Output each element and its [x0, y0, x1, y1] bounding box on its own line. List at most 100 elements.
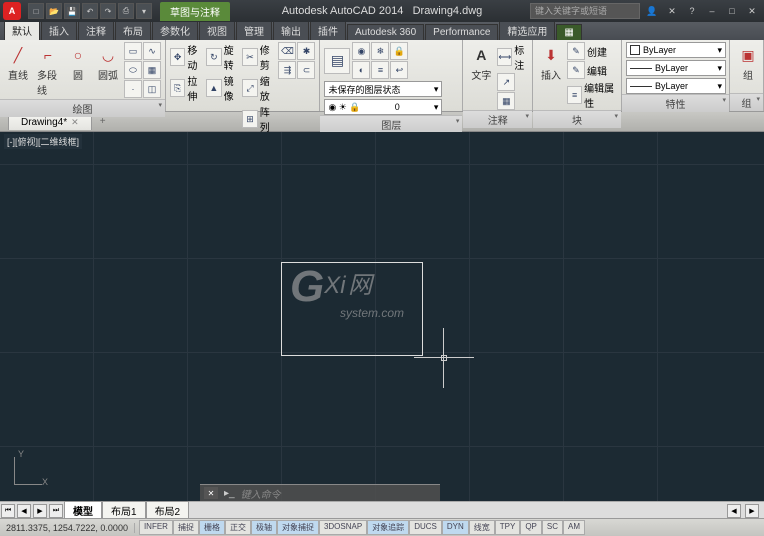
workspace-tab[interactable]: 草图与注释 [160, 2, 230, 21]
tab-default[interactable]: 默认 [4, 20, 40, 40]
rotate-icon[interactable]: ↻ [206, 48, 221, 66]
status-otrack[interactable]: 对象追踪 [367, 520, 409, 535]
layout-nav-next-icon[interactable]: ▶ [33, 504, 47, 518]
viewport-label[interactable]: [-][俯视][二维线框] [4, 134, 82, 149]
join-icon[interactable]: ⊂ [297, 61, 315, 79]
status-infer[interactable]: INFER [139, 520, 173, 535]
qat-open-icon[interactable]: 📂 [46, 3, 62, 19]
layer-lock-icon[interactable]: 🔒 [390, 42, 408, 60]
drawn-rectangle[interactable] [281, 262, 423, 356]
circle-button[interactable]: ○圆 [64, 42, 92, 84]
tab-performance[interactable]: Performance [425, 24, 498, 40]
tab-apps-icon[interactable]: ▦ [556, 24, 581, 40]
panel-block-title[interactable]: 块 [533, 110, 621, 128]
status-am[interactable]: AM [563, 520, 585, 535]
status-sc[interactable]: SC [542, 520, 563, 535]
qat-dropdown-icon[interactable]: ▾ [136, 3, 152, 19]
block-attr-icon[interactable]: ≡ [567, 86, 582, 104]
region-icon[interactable]: ◫ [143, 80, 161, 98]
copy-icon[interactable]: ⎘ [170, 79, 185, 97]
panel-group-title[interactable]: 组 [730, 93, 763, 111]
signin-icon[interactable]: 👤 [644, 4, 660, 18]
spline-icon[interactable]: ∿ [143, 42, 161, 60]
status-osnap[interactable]: 对象捕捉 [277, 520, 319, 535]
qat-save-icon[interactable]: 💾 [64, 3, 80, 19]
line-button[interactable]: ╱直线 [4, 42, 32, 84]
qat-new-icon[interactable]: □ [28, 3, 44, 19]
status-polar[interactable]: 极轴 [251, 520, 277, 535]
layout-nav-prev-icon[interactable]: ◀ [17, 504, 31, 518]
color-dropdown[interactable]: ByLayer▾ [626, 42, 726, 58]
offset-icon[interactable]: ⇶ [278, 61, 296, 79]
layer-off-icon[interactable]: ◉ [352, 42, 370, 60]
status-grid[interactable]: 栅格 [199, 520, 225, 535]
hscroll-left-icon[interactable]: ◀ [727, 504, 741, 518]
layout-nav-last-icon[interactable]: ⏭ [49, 504, 63, 518]
insert-block-button[interactable]: ⬇插入 [537, 42, 565, 84]
qat-undo-icon[interactable]: ↶ [82, 3, 98, 19]
block-edit-icon[interactable]: ✎ [567, 61, 585, 79]
tab-parametric[interactable]: 参数化 [152, 20, 198, 40]
leader-icon[interactable]: ↗ [497, 73, 515, 91]
cmd-close-icon[interactable]: ✕ [204, 487, 218, 499]
drawing-canvas[interactable]: [-][俯视][二维线框] GXi 网 system.com YX ✕ ▸_ 键… [0, 132, 764, 501]
minimize-icon[interactable]: – [704, 4, 720, 18]
layout-nav-first-icon[interactable]: ⏮ [1, 504, 15, 518]
move-icon[interactable]: ✥ [170, 48, 185, 66]
scale-icon[interactable]: ⤢ [242, 79, 257, 97]
arc-button[interactable]: ◡圆弧 [94, 42, 122, 84]
explode-icon[interactable]: ✱ [297, 42, 315, 60]
coordinate-readout[interactable]: 2811.3375, 1254.7222, 0.0000 [0, 523, 135, 533]
status-dyn[interactable]: DYN [442, 520, 469, 535]
dim-linear-icon[interactable]: ⟷ [497, 48, 512, 66]
qat-redo-icon[interactable]: ↷ [100, 3, 116, 19]
ellipse-icon[interactable]: ⬭ [124, 61, 142, 79]
status-ortho[interactable]: 正交 [225, 520, 251, 535]
tab-insert[interactable]: 插入 [41, 20, 77, 40]
panel-draw-title[interactable]: 绘图 [0, 99, 165, 117]
hatch-icon[interactable]: ▦ [143, 61, 161, 79]
layer-iso-icon[interactable]: ◐ [352, 61, 370, 79]
layer-dropdown[interactable]: ◉ ☀ 🔒0▾ [324, 99, 442, 115]
status-qp[interactable]: QP [520, 520, 542, 535]
group-button[interactable]: ▣组 [734, 42, 762, 84]
command-input[interactable]: 键入命令 [241, 486, 401, 501]
status-snap[interactable]: 捕捉 [173, 520, 199, 535]
hscroll-right-icon[interactable]: ▶ [745, 504, 759, 518]
rect-icon[interactable]: ▭ [124, 42, 142, 60]
close-icon[interactable]: ✕ [744, 4, 760, 18]
polyline-button[interactable]: ⌐多段线 [34, 42, 62, 99]
panel-props-title[interactable]: 特性 [622, 94, 729, 112]
layer-match-icon[interactable]: ≡ [371, 61, 389, 79]
status-lwt[interactable]: 线宽 [469, 520, 495, 535]
status-tpy[interactable]: TPY [495, 520, 521, 535]
file-tab-close-icon[interactable]: ✕ [71, 117, 79, 128]
block-create-icon[interactable]: ✎ [567, 42, 585, 60]
lineweight-dropdown[interactable]: ByLayer▾ [626, 60, 726, 76]
maximize-icon[interactable]: □ [724, 4, 740, 18]
tab-autodesk360[interactable]: Autodesk 360 [347, 24, 424, 40]
panel-annot-title[interactable]: 注释 [463, 110, 532, 128]
exchange-icon[interactable]: ✕ [664, 4, 680, 18]
tab-annotate[interactable]: 注释 [78, 20, 114, 40]
array-icon[interactable]: ⊞ [242, 110, 257, 128]
tab-output[interactable]: 输出 [273, 20, 309, 40]
table-icon[interactable]: ▦ [497, 92, 515, 110]
point-icon[interactable]: · [124, 80, 142, 98]
tab-featured[interactable]: 精选应用 [499, 20, 555, 40]
mirror-icon[interactable]: ▲ [206, 79, 221, 97]
status-3dosnap[interactable]: 3DOSNAP [319, 520, 367, 535]
app-menu-icon[interactable]: A [3, 2, 21, 20]
linetype-dropdown[interactable]: ByLayer▾ [626, 78, 726, 94]
text-button[interactable]: A文字 [467, 42, 495, 84]
tab-layout[interactable]: 布局 [115, 20, 151, 40]
status-ducs[interactable]: DUCS [409, 520, 442, 535]
panel-layers-title[interactable]: 图层 [320, 115, 462, 133]
tab-manage[interactable]: 管理 [236, 20, 272, 40]
help-icon[interactable]: ? [684, 4, 700, 18]
layer-state-dropdown[interactable]: 未保存的图层状态▾ [324, 81, 442, 97]
command-line[interactable]: ✕ ▸_ 键入命令 [200, 484, 440, 501]
qat-print-icon[interactable]: ⎙ [118, 3, 134, 19]
layer-prev-icon[interactable]: ↩ [390, 61, 408, 79]
tab-plugins[interactable]: 插件 [310, 20, 346, 40]
